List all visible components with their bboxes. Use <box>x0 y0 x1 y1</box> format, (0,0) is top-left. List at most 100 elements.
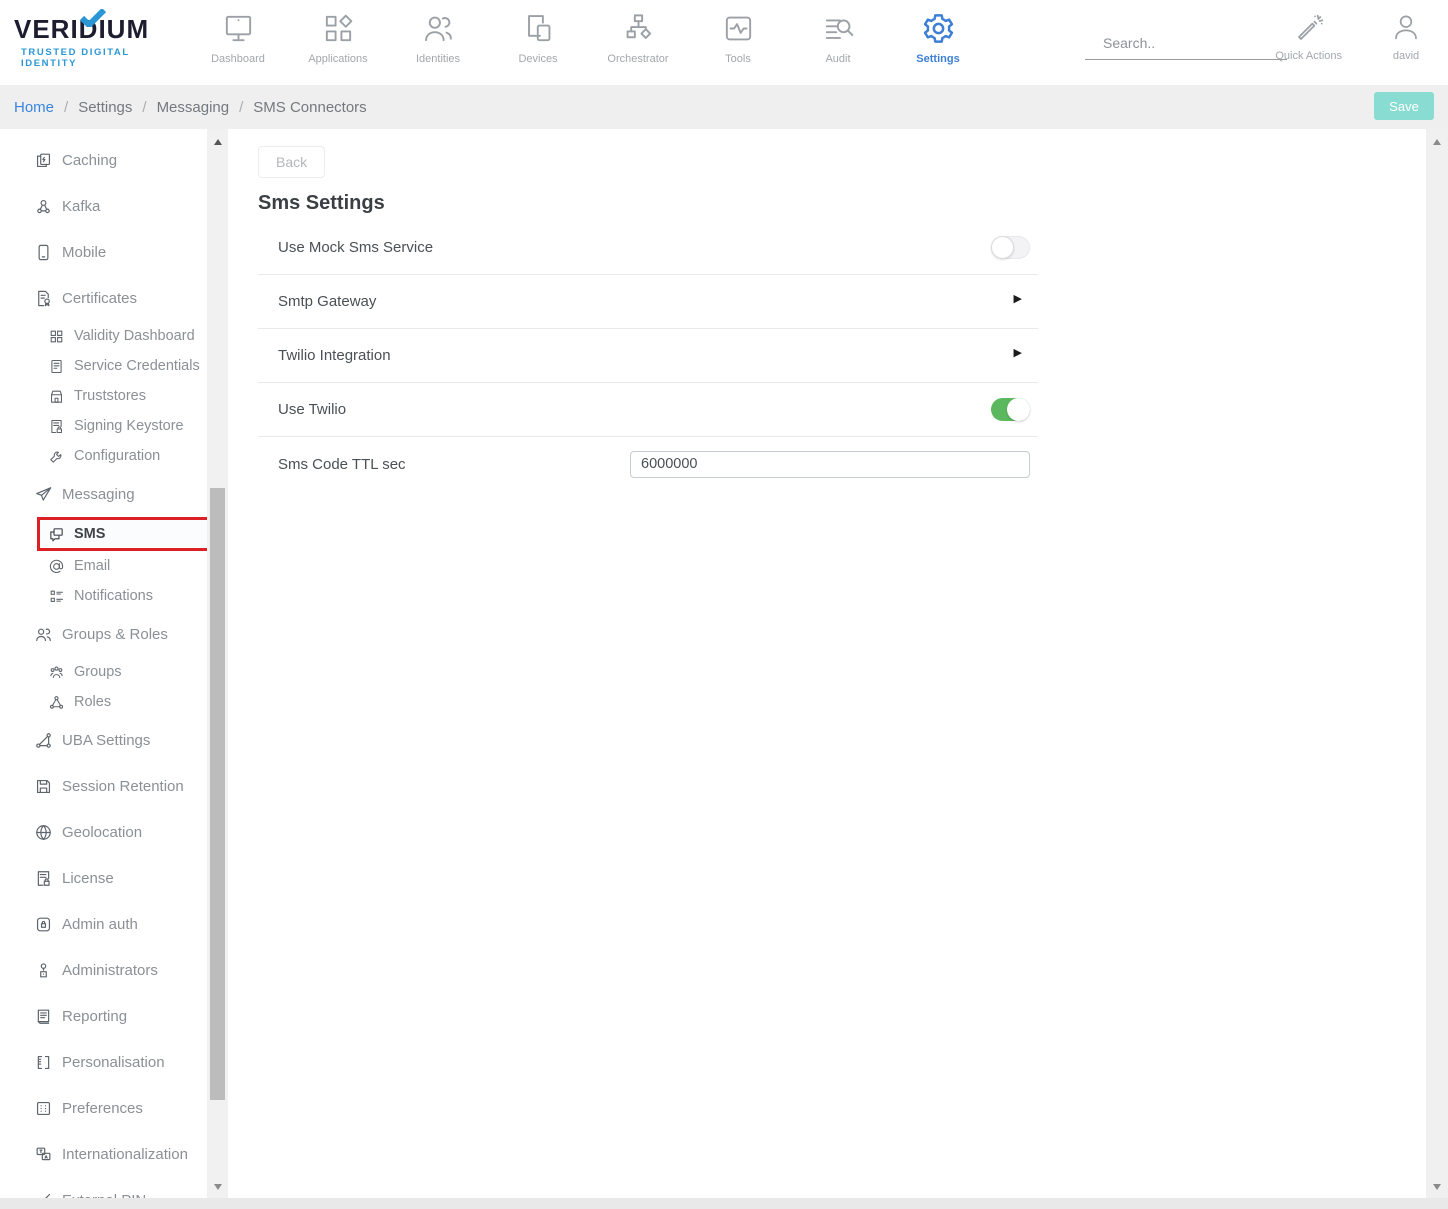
sidebar-item-label: Admin auth <box>62 916 138 933</box>
nav-item-devices[interactable]: Devices <box>488 11 588 65</box>
window-scrollbar[interactable] <box>1426 129 1448 1200</box>
sidebar-item-label: Preferences <box>62 1100 143 1117</box>
sidebar-item-messaging[interactable]: Messaging <box>14 471 207 517</box>
doc-lock-icon <box>34 869 53 888</box>
breadcrumb-home[interactable]: Home <box>14 99 54 116</box>
nav-item-audit[interactable]: Audit <box>788 11 888 65</box>
sidebar-item-reporting[interactable]: Reporting <box>14 993 207 1039</box>
setting-label: Smtp Gateway <box>278 293 376 310</box>
search-input[interactable] <box>1103 35 1284 51</box>
sidebar-item-preferences[interactable]: Preferences <box>14 1085 207 1131</box>
username-label: david <box>1393 50 1419 62</box>
save-icon <box>34 777 53 796</box>
sidebar-item-groups[interactable]: Groups <box>14 657 207 687</box>
sidebar-item-label: Email <box>74 558 110 574</box>
sidebar-item-uba-settings[interactable]: UBA Settings <box>14 717 207 763</box>
settings-sidebar: CachingKafkaMobileCertificatesValidity D… <box>14 129 207 1200</box>
setting-label: Use Twilio <box>278 401 346 418</box>
nav-item-label: Tools <box>725 53 751 65</box>
groups-roles-icon <box>34 625 53 644</box>
sidebar-item-kafka[interactable]: Kafka <box>14 183 207 229</box>
sidebar-item-personalisation[interactable]: Personalisation <box>14 1039 207 1085</box>
mobile-icon <box>34 243 53 262</box>
sidebar-item-validity-dashboard[interactable]: Validity Dashboard <box>14 321 207 351</box>
setting-label: Use Mock Sms Service <box>278 239 433 256</box>
use-twilio-toggle[interactable] <box>991 398 1030 421</box>
sidebar-scroll-up-button[interactable] <box>207 133 228 151</box>
window-scroll-up-button[interactable] <box>1426 133 1448 151</box>
setting-control <box>1014 293 1030 311</box>
nav-item-settings[interactable]: Settings <box>888 11 988 65</box>
sidebar-scroll-thumb[interactable] <box>210 488 225 1100</box>
veridium-logo[interactable]: VERIDIUM TRUSTED DIGITAL IDENTITY <box>14 14 184 69</box>
nav-item-identities[interactable]: Identities <box>388 11 488 65</box>
header-right-tools: Quick Actions david <box>1275 11 1436 62</box>
nav-item-label: Settings <box>916 53 959 65</box>
sidebar-scroll-down-button[interactable] <box>207 1178 228 1196</box>
sidebar-item-admin-auth[interactable]: Admin auth <box>14 901 207 947</box>
sidebar-item-label: Configuration <box>74 448 160 464</box>
quick-actions-button[interactable]: Quick Actions <box>1275 11 1342 62</box>
page-title: Sms Settings <box>258 192 1426 215</box>
sidebar-item-geolocation[interactable]: Geolocation <box>14 809 207 855</box>
sidebar-item-label: Internationalization <box>62 1146 188 1163</box>
setting-control <box>1014 347 1030 365</box>
logo-wordmark: VERIDIUM <box>14 14 184 45</box>
sidebar-item-caching[interactable]: Caching <box>14 137 207 183</box>
sidebar-item-administrators[interactable]: Administrators <box>14 947 207 993</box>
sidebar-item-session-retention[interactable]: Session Retention <box>14 763 207 809</box>
toggle-knob-icon <box>991 236 1014 259</box>
sidebar-item-certificates[interactable]: Certificates <box>14 275 207 321</box>
primary-nav: DashboardApplicationsIdentities Devices Or… <box>188 11 988 65</box>
breadcrumb-settings[interactable]: Settings <box>78 99 132 116</box>
sidebar-scrollbar[interactable] <box>207 129 228 1200</box>
nav-item-orchestrator[interactable]: Orchestrator <box>588 11 688 65</box>
nav-item-label: Devices <box>518 53 557 65</box>
sidebar-item-external-pin[interactable]: External PIN <box>14 1177 207 1200</box>
brand-tagline: TRUSTED DIGITAL IDENTITY <box>21 47 184 69</box>
setting-control <box>991 398 1030 421</box>
sidebar-item-notifications[interactable]: Notifications <box>14 581 207 611</box>
sidebar-item-configuration[interactable]: Configuration <box>14 441 207 471</box>
grid4-icon <box>48 328 65 345</box>
window-scroll-down-button[interactable] <box>1426 1178 1448 1196</box>
sidebar-item-internationalization[interactable]: Internationalization <box>14 1131 207 1177</box>
nav-item-dashboard[interactable]: Dashboard <box>188 11 288 65</box>
sidebar-item-license[interactable]: License <box>14 855 207 901</box>
nav-item-applications[interactable]: Applications <box>288 11 388 65</box>
monitor-icon <box>221 11 256 46</box>
triangle-down-icon <box>1433 1184 1441 1190</box>
sidebar-item-service-credentials[interactable]: Service Credentials <box>14 351 207 381</box>
preferences-icon <box>34 1099 53 1118</box>
nav-item-label: Orchestrator <box>607 53 668 65</box>
setting-label: Twilio Integration <box>278 347 391 364</box>
expand-arrow-icon[interactable] <box>1014 343 1022 361</box>
sidebar-item-truststores[interactable]: Truststores <box>14 381 207 411</box>
breadcrumb-messaging[interactable]: Messaging <box>157 99 230 116</box>
logo-check-icon <box>78 9 108 27</box>
plane-icon <box>34 485 53 504</box>
sidebar-item-label: Geolocation <box>62 824 142 841</box>
sidebar-item-mobile[interactable]: Mobile <box>14 229 207 275</box>
save-button[interactable]: Save <box>1374 92 1434 120</box>
back-button[interactable]: Back <box>258 146 325 178</box>
setting-row-smtp-gateway: Smtp Gateway <box>258 275 1038 329</box>
cert-icon <box>34 289 53 308</box>
sidebar-item-roles[interactable]: Roles <box>14 687 207 717</box>
doc-lock-icon <box>48 418 65 435</box>
sidebar-item-email[interactable]: Email <box>14 551 207 581</box>
expand-arrow-icon[interactable] <box>1014 289 1022 307</box>
sidebar-item-groups-roles[interactable]: Groups & Roles <box>14 611 207 657</box>
sidebar-item-label: Session Retention <box>62 778 184 795</box>
sidebar-item-signing-keystore[interactable]: Signing Keystore <box>14 411 207 441</box>
setting-row-twilio-integration: Twilio Integration <box>258 329 1038 383</box>
nav-item-tools[interactable]: Tools <box>688 11 788 65</box>
use-mock-sms-service-toggle[interactable] <box>991 236 1030 259</box>
sms-code-ttl-sec-input[interactable] <box>630 451 1030 478</box>
copy-icon <box>34 151 53 170</box>
personalisation-icon <box>34 1053 53 1072</box>
sidebar-item-sms[interactable]: SMS <box>37 517 207 551</box>
gear-icon <box>921 11 956 46</box>
user-menu[interactable]: david <box>1376 11 1436 62</box>
identities-icon <box>421 11 456 46</box>
